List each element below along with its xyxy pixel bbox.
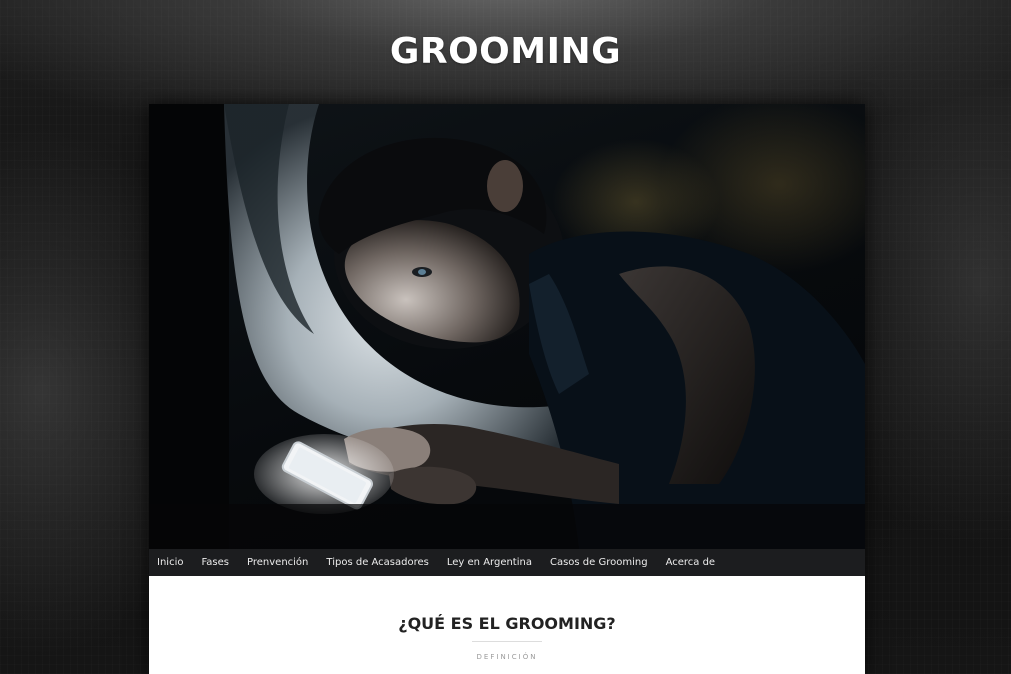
- article-section: ¿QUÉ ES EL GROOMING? DEFINICIÓN: [149, 576, 865, 674]
- main-navigation: Inicio Fases Prenvención Tipos de Acasad…: [149, 549, 865, 576]
- nav-item-ley-en-argentina[interactable]: Ley en Argentina: [447, 549, 532, 576]
- site-title[interactable]: GROOMING: [0, 30, 1011, 74]
- hero-image: [149, 104, 865, 549]
- article-heading: ¿QUÉ ES EL GROOMING?: [398, 614, 616, 633]
- article-subheading: DEFINICIÓN: [476, 653, 538, 661]
- nav-item-inicio[interactable]: Inicio: [157, 549, 183, 576]
- nav-item-prevencion[interactable]: Prenvención: [247, 549, 308, 576]
- main-container: Inicio Fases Prenvención Tipos de Acasad…: [149, 104, 865, 674]
- hero-illustration: [149, 104, 865, 549]
- nav-item-acerca-de[interactable]: Acerca de: [666, 549, 716, 576]
- nav-item-casos-de-grooming[interactable]: Casos de Grooming: [550, 549, 648, 576]
- page: { "site": { "title": "GROOMING" }, "hero…: [0, 0, 1011, 674]
- heading-divider: [472, 641, 542, 642]
- nav-item-fases[interactable]: Fases: [201, 549, 229, 576]
- nav-item-tipos-de-acosadores[interactable]: Tipos de Acasadores: [326, 549, 428, 576]
